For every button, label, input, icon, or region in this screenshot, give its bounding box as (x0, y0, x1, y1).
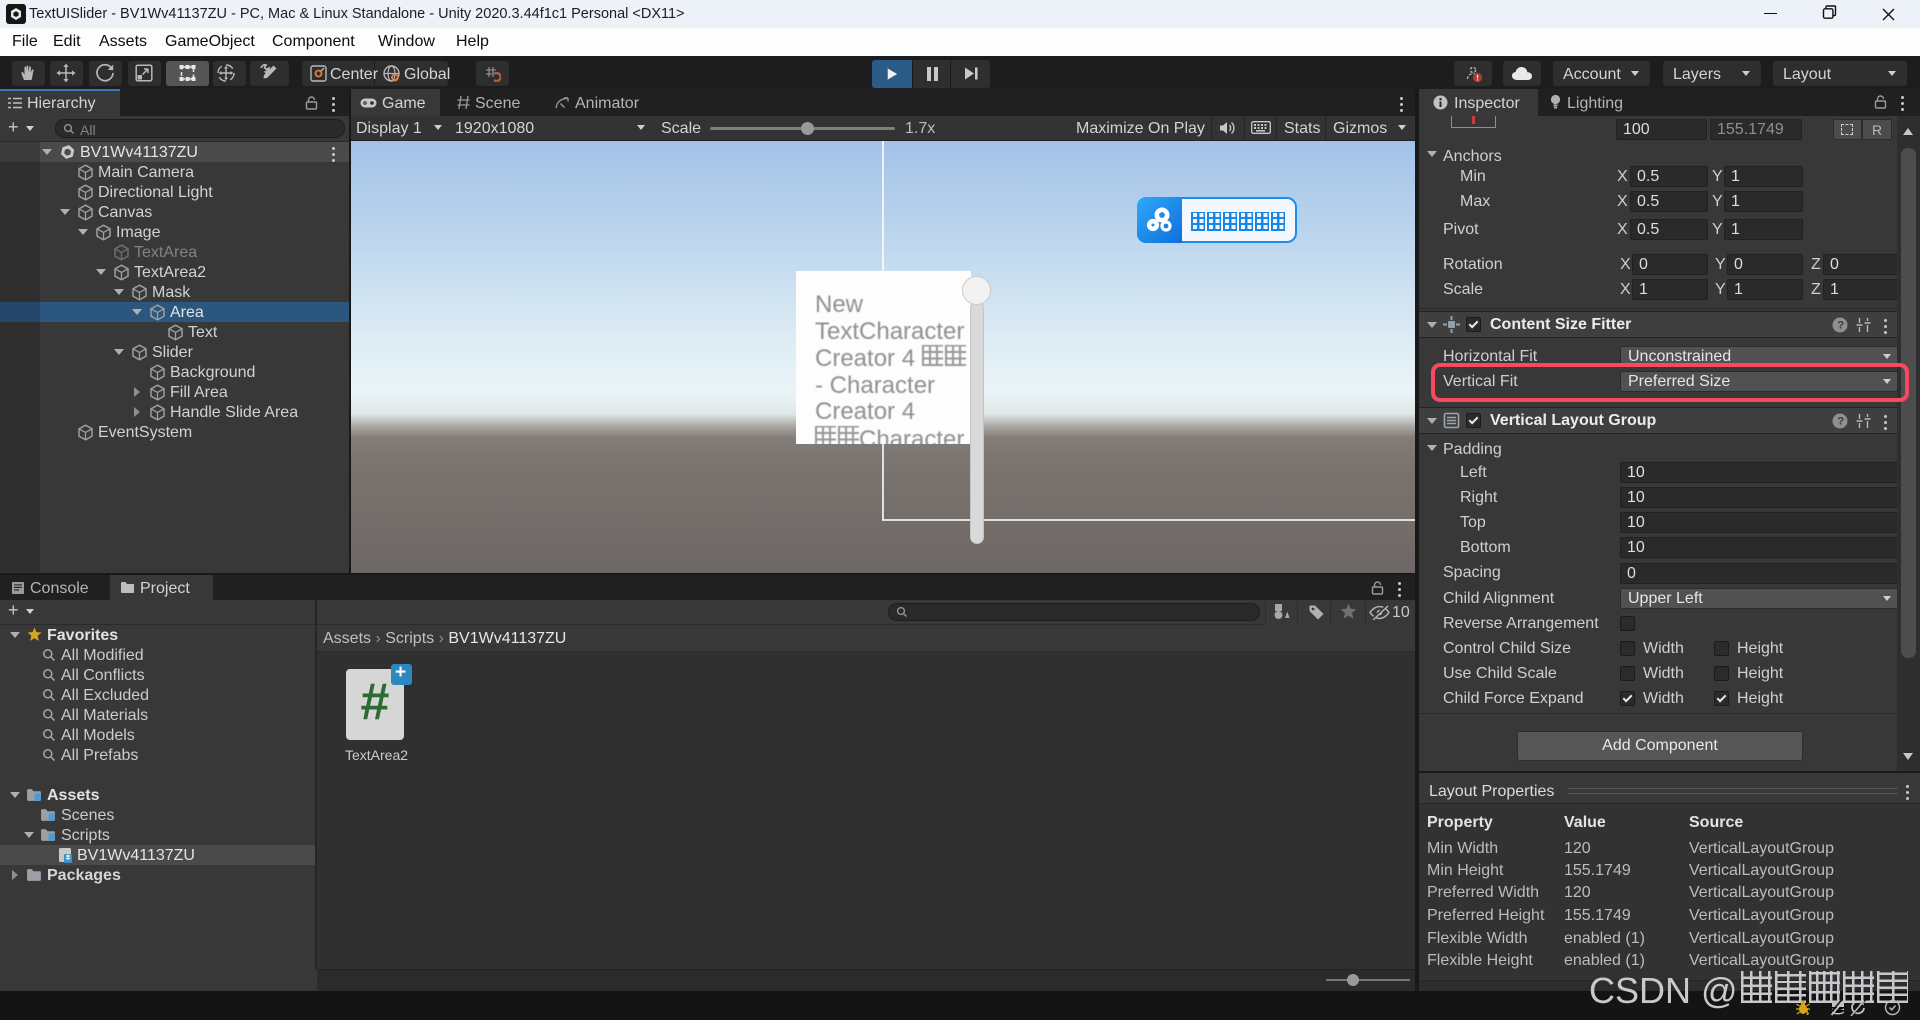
svg-text:?: ? (1837, 416, 1844, 428)
svg-text:!: ! (1806, 1007, 1809, 1016)
svg-text:?: ? (1837, 320, 1844, 332)
